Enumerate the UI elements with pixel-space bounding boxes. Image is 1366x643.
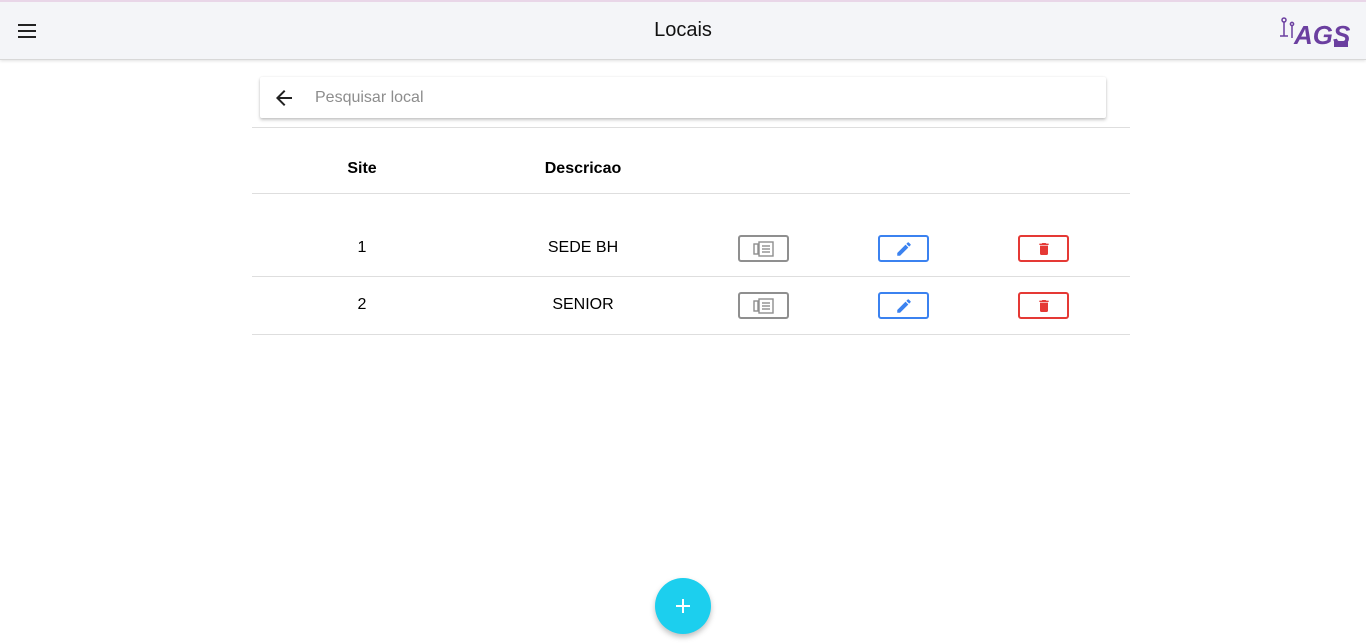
arrow-back-icon[interactable] <box>272 86 296 110</box>
search-input[interactable] <box>315 85 1075 111</box>
delete-button[interactable] <box>1018 235 1069 262</box>
divider <box>252 193 1130 194</box>
trash-icon <box>1038 299 1049 312</box>
app-toolbar: Locais AGS <box>0 0 1366 60</box>
divider <box>252 127 1130 128</box>
edit-button[interactable] <box>878 235 929 262</box>
delete-button[interactable] <box>1018 292 1069 319</box>
cell-descricao: SENIOR <box>552 296 614 313</box>
divider <box>252 276 1130 277</box>
view-button[interactable] <box>738 292 789 319</box>
list-view-icon <box>752 240 774 257</box>
column-header-descricao: Descricao <box>544 160 622 177</box>
column-header-site: Site <box>347 160 377 177</box>
divider <box>252 334 1130 335</box>
add-location-button[interactable] <box>655 578 711 634</box>
search-bar <box>260 77 1106 118</box>
cell-descricao: SEDE BH <box>547 239 619 256</box>
view-button[interactable] <box>738 235 789 262</box>
pencil-icon <box>896 298 911 313</box>
cell-site: 2 <box>357 296 367 313</box>
edit-button[interactable] <box>878 292 929 319</box>
cell-site: 1 <box>357 239 367 256</box>
page-title: Locais <box>654 19 712 41</box>
list-view-icon <box>752 297 774 314</box>
plus-icon <box>676 599 690 613</box>
pencil-icon <box>896 241 911 256</box>
ags-logo: AGS <box>1280 17 1351 50</box>
trash-icon <box>1038 242 1049 255</box>
